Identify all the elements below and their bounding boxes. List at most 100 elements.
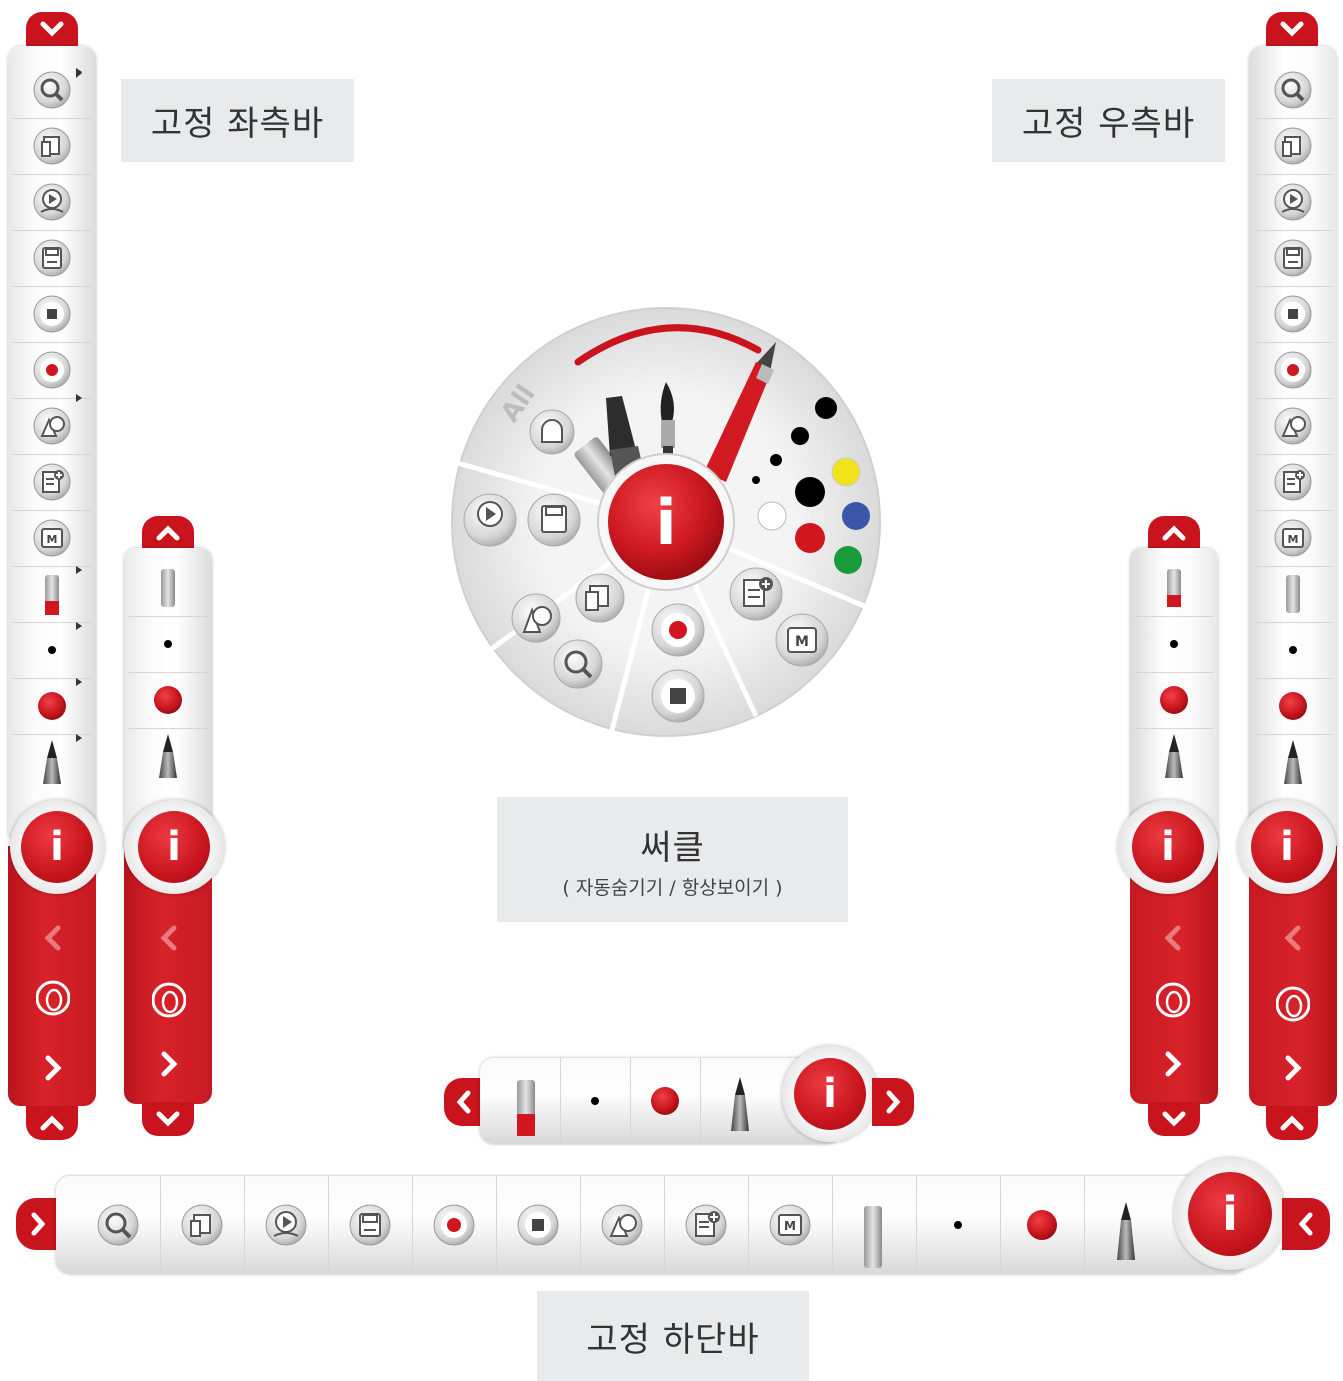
- pen-size-tiny[interactable]: [752, 476, 760, 484]
- memo-button[interactable]: M: [748, 1176, 833, 1274]
- record-icon: [1274, 351, 1312, 389]
- circle-stop-button[interactable]: [651, 669, 705, 723]
- eraser-button[interactable]: [1134, 560, 1214, 617]
- prev-arrow-icon[interactable]: [44, 925, 61, 951]
- left-short-bar-top-tab[interactable]: [142, 516, 194, 550]
- pen-color-button[interactable]: [128, 672, 208, 729]
- right-short-bar-top-tab[interactable]: [1148, 516, 1200, 550]
- left-bar-submenu-indicators: [76, 68, 86, 768]
- small-hbar-left-tab[interactable]: [444, 1078, 484, 1126]
- save-button[interactable]: [328, 1176, 413, 1274]
- folder-button[interactable]: [1253, 118, 1333, 175]
- pen-button[interactable]: [1253, 734, 1333, 790]
- memo-button[interactable]: M: [1253, 510, 1333, 567]
- small-hbar-info-button[interactable]: i: [782, 1046, 878, 1142]
- bottom-bar-right-tab[interactable]: [1282, 1198, 1330, 1250]
- pen-color-button[interactable]: [630, 1058, 701, 1144]
- play-icon: [33, 183, 71, 221]
- right-bar-expand-bottom[interactable]: [1266, 1106, 1318, 1140]
- pen-color-button[interactable]: [1253, 678, 1333, 735]
- record-button[interactable]: [412, 1176, 497, 1274]
- color-black[interactable]: [795, 477, 825, 507]
- next-arrow-icon[interactable]: [45, 1055, 62, 1081]
- circle-save-button[interactable]: [527, 493, 581, 547]
- circle-caption-subtitle: ( 자동숨기기 / 항상보이기 ): [562, 876, 783, 899]
- prev-arrow-icon[interactable]: [1284, 925, 1301, 951]
- zoom-button[interactable]: [76, 1176, 161, 1274]
- pen-size-medium[interactable]: [791, 427, 809, 445]
- circle-memo-button[interactable]: M: [775, 613, 829, 667]
- small-pen-size-button[interactable]: [560, 1058, 631, 1144]
- bottom-bar-left-tab[interactable]: [16, 1198, 60, 1250]
- small-pen-size-button[interactable]: [1134, 616, 1214, 673]
- next-arrow-icon[interactable]: [161, 1051, 178, 1077]
- info-icon: i: [794, 1058, 866, 1130]
- record-button[interactable]: [1253, 342, 1333, 399]
- stop-button[interactable]: [1253, 286, 1333, 343]
- small-pen-size-button[interactable]: [1253, 622, 1333, 679]
- color-red[interactable]: [795, 523, 825, 553]
- left-short-bar-info-button[interactable]: i: [124, 800, 224, 894]
- circle-add-page-button[interactable]: [729, 567, 783, 621]
- right-bar-collapse-top[interactable]: [1266, 12, 1318, 46]
- circle-record-button[interactable]: [651, 603, 705, 657]
- circle-folder-button[interactable]: [575, 573, 625, 623]
- mouse-mode-icon[interactable]: [1276, 986, 1310, 1022]
- mouse-mode-icon[interactable]: [152, 982, 186, 1018]
- add-page-button[interactable]: [664, 1176, 749, 1274]
- shape-button[interactable]: [580, 1176, 665, 1274]
- left-bar-caption-text: 고정 좌측바: [150, 104, 325, 144]
- pen-icon: [43, 740, 61, 784]
- circle-caption-title: 써클: [640, 827, 705, 868]
- next-arrow-icon[interactable]: [1285, 1055, 1302, 1081]
- prev-arrow-icon[interactable]: [1164, 925, 1181, 951]
- add-page-button[interactable]: [1253, 454, 1333, 511]
- shape-button[interactable]: [1253, 398, 1333, 455]
- small-pen-size-button[interactable]: [916, 1176, 1001, 1274]
- circle-shape-button[interactable]: [511, 593, 561, 643]
- shape-icon: [601, 1204, 643, 1246]
- play-button[interactable]: [244, 1176, 329, 1274]
- stop-icon: [1274, 295, 1312, 333]
- collapse-button-top[interactable]: [26, 12, 78, 46]
- color-white[interactable]: [757, 501, 787, 531]
- small-pen-size-button[interactable]: [128, 616, 208, 673]
- pen-button[interactable]: [1084, 1176, 1168, 1274]
- color-blue[interactable]: [842, 502, 870, 530]
- mouse-mode-icon[interactable]: [1156, 982, 1190, 1018]
- left-bar-expand-bottom[interactable]: [26, 1106, 78, 1140]
- circle-play-button[interactable]: [463, 493, 517, 547]
- left-short-bar-bottom-tab[interactable]: [142, 1102, 194, 1136]
- eraser-button[interactable]: [832, 1176, 917, 1274]
- right-short-bar-bottom-tab[interactable]: [1148, 1102, 1200, 1136]
- stop-button[interactable]: [496, 1176, 581, 1274]
- pen-color-button[interactable]: [1000, 1176, 1085, 1274]
- play-button[interactable]: [1253, 174, 1333, 231]
- next-arrow-icon[interactable]: [1165, 1051, 1182, 1077]
- erase-all-button[interactable]: [529, 409, 575, 455]
- right-bar-info-button[interactable]: i: [1238, 800, 1336, 894]
- bottom-bar-info-button[interactable]: i: [1174, 1158, 1286, 1270]
- pen-button[interactable]: [700, 1058, 780, 1144]
- left-bar-info-button[interactable]: i: [10, 800, 104, 894]
- eraser-button[interactable]: [1253, 566, 1333, 623]
- mouse-mode-icon[interactable]: [36, 980, 70, 1016]
- pen-size-large[interactable]: [815, 397, 837, 419]
- right-short-bar-info-button[interactable]: i: [1118, 800, 1218, 894]
- prev-arrow-icon[interactable]: [160, 925, 177, 951]
- eraser-button[interactable]: [490, 1058, 561, 1144]
- folder-icon: [1274, 127, 1312, 165]
- save-button[interactable]: [1253, 230, 1333, 287]
- circle-zoom-button[interactable]: [553, 639, 603, 689]
- folder-button[interactable]: [160, 1176, 245, 1274]
- small-hbar-right-tab[interactable]: [872, 1078, 914, 1126]
- pen-button[interactable]: [128, 728, 208, 784]
- pen-color-button[interactable]: [1134, 672, 1214, 729]
- eraser-button[interactable]: [128, 560, 208, 617]
- pen-size-small[interactable]: [770, 454, 782, 466]
- pen-button[interactable]: [1134, 728, 1214, 784]
- color-yellow[interactable]: [831, 457, 861, 487]
- color-green[interactable]: [834, 546, 862, 574]
- zoom-button[interactable]: [1253, 62, 1333, 119]
- red-dot-icon: [1027, 1210, 1057, 1240]
